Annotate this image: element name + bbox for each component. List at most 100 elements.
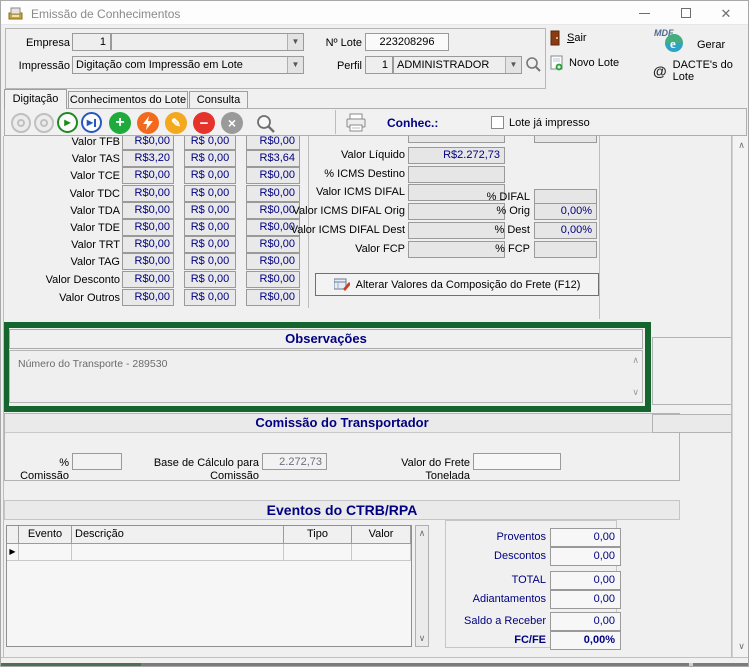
perfil-search-icon[interactable] [525,56,542,73]
field-label: Valor FCP [274,243,405,255]
valor-liquido-field[interactable]: R$2.272,73 [408,147,505,164]
scroll-down-icon[interactable]: ∨ [735,641,748,652]
delete-record-button[interactable]: − [193,112,215,134]
vertical-scrollbar[interactable]: ∧ ∨ [732,136,749,657]
base-calculo-label: Base de Cálculo para Comissão [129,457,259,483]
cancel-button[interactable]: × [221,112,243,134]
nav-last-button[interactable]: ▶ [81,112,102,133]
novo-lote-button[interactable]: Novo Lote [550,55,619,71]
print-icon[interactable] [345,113,367,132]
nav-first-button[interactable] [11,113,31,133]
header-panel: Empresa 1 ▼ Nº Lote 223208296 Impressão … [5,28,546,89]
grid-cell[interactable] [19,544,72,561]
observacoes-memo[interactable]: Número do Transporte - 289530 ∧ ∨ [9,350,643,403]
grid-cell[interactable] [284,544,352,561]
scroll-up-icon[interactable]: ∧ [735,140,748,151]
edit-record-button[interactable]: ✎ [165,112,187,134]
col-valor[interactable]: Valor [352,526,411,544]
edit-table-icon [334,278,350,291]
base-calculo-field[interactable]: 2.272,73 [262,453,327,470]
field-label: % Dest [466,224,530,236]
lightning-icon [142,116,154,130]
maximize-button[interactable] [669,1,703,25]
window-title: Emissão de Conhecimentos [31,7,180,21]
clipped-field[interactable] [534,136,597,143]
sair-button[interactable]: Sair [550,30,587,46]
fcfe-value: 0,00% [550,631,621,650]
horizontal-scrollbar[interactable] [1,657,749,667]
freight-field[interactable]: R$ 0,00 [184,271,236,288]
alterar-composicao-button[interactable]: Alterar Valores da Composição do Frete (… [315,273,599,296]
scroll-down-icon[interactable]: ∨ [632,387,639,398]
pct-dest-field[interactable]: 0,00% [534,222,597,239]
chevron-down-icon[interactable]: ▼ [287,57,303,73]
field-label: % Orig [466,205,530,217]
adiantamentos-value: 0,00 [550,590,621,609]
tab-consulta[interactable]: Consulta [189,91,248,109]
impressao-label: Impressão [10,60,70,73]
col-tipo[interactable]: Tipo [284,526,352,544]
freight-field[interactable]: R$0,00 [122,271,174,288]
empresa-number-field[interactable]: 1 [72,33,111,51]
scroll-down-icon[interactable]: ∨ [416,633,428,644]
field-label: % FCP [466,243,530,255]
mdfe-logo-icon: MDF e [653,27,691,54]
freight-field[interactable]: R$0,00 [122,289,174,306]
grid-data-row[interactable]: ▶ [7,544,411,561]
grid-header-row: Evento Descrição Tipo Valor [7,526,411,544]
nav-next-button[interactable]: ▶ [57,112,78,133]
clipped-field[interactable] [408,136,505,143]
field-label: Valor Líquido [274,149,405,161]
nav-prior-button[interactable] [34,113,54,133]
col-descricao[interactable]: Descrição [72,526,284,544]
tab-digitacao[interactable]: Digitação [4,89,67,109]
fcfe-label: FC/FE [446,634,546,646]
scroll-up-icon[interactable]: ∧ [632,355,639,366]
saldo-receber-value: 0,00 [550,612,621,631]
door-icon [550,30,561,46]
frete-tonelada-field[interactable] [473,453,561,470]
pct-orig-field[interactable]: 0,00% [534,203,597,220]
field-label: % ICMS Destino [274,168,405,180]
search-icon[interactable] [255,113,276,134]
proventos-label: Proventos [446,531,546,543]
new-page-icon [550,55,563,71]
field-label: Valor ICMS DIFAL Dest [274,224,405,236]
grid-cell[interactable] [72,544,284,561]
post-lightning-button[interactable] [137,112,159,134]
total-value: 0,00 [550,571,621,590]
freight-field[interactable]: R$ 0,00 [184,289,236,306]
freight-field[interactable]: R$0,00 [246,289,300,306]
minimize-button[interactable] [627,1,661,25]
chevron-down-icon[interactable]: ▼ [287,34,303,50]
lote-impresso-checkbox[interactable] [491,116,504,129]
grid-cell[interactable] [352,544,411,561]
icms-destino-field[interactable] [408,166,505,183]
pct-fcp-field[interactable] [534,241,597,258]
lote-field[interactable]: 223208296 [365,33,449,51]
perfil-number-field[interactable]: 1 [365,56,393,74]
grid-indicator-header [7,526,19,544]
scrollbar-thumb[interactable] [1,663,141,667]
impressao-value: Digitação com Impressão em Lote [76,59,243,71]
chevron-down-icon[interactable]: ▼ [505,57,521,73]
tab-conhecimentos-do-lote[interactable]: Conhecimentos do Lote [68,91,188,109]
add-record-button[interactable]: + [109,112,131,134]
clipped-side-box [652,337,732,405]
freight-field[interactable]: R$0,00 [246,271,300,288]
freight-label: Valor Outros [20,292,120,304]
impressao-combo[interactable]: Digitação com Impressão em Lote ▼ [72,56,304,74]
gerar-mdfe-button[interactable]: MDF e Gerar [653,27,725,54]
observacoes-title: Observações [9,329,643,349]
pct-comissao-field[interactable] [72,453,122,470]
perfil-label: Perfil [320,60,362,73]
close-button[interactable]: ✕ [709,1,743,25]
perfil-combo[interactable]: ADMINISTRADOR▼ [393,56,522,74]
dactes-button[interactable]: @ DACTE's do Lote [653,59,748,83]
grid-scrollbar[interactable]: ∧ ∨ [415,525,429,647]
scroll-up-icon[interactable]: ∧ [416,528,428,539]
eventos-grid[interactable]: Evento Descrição Tipo Valor ▶ [6,525,412,647]
main-scroll-area: Valor TFBR$0,00R$ 0,00R$0,00 Valor TASR$… [3,136,732,657]
empresa-combo[interactable]: ▼ [111,33,304,51]
col-evento[interactable]: Evento [19,526,72,544]
